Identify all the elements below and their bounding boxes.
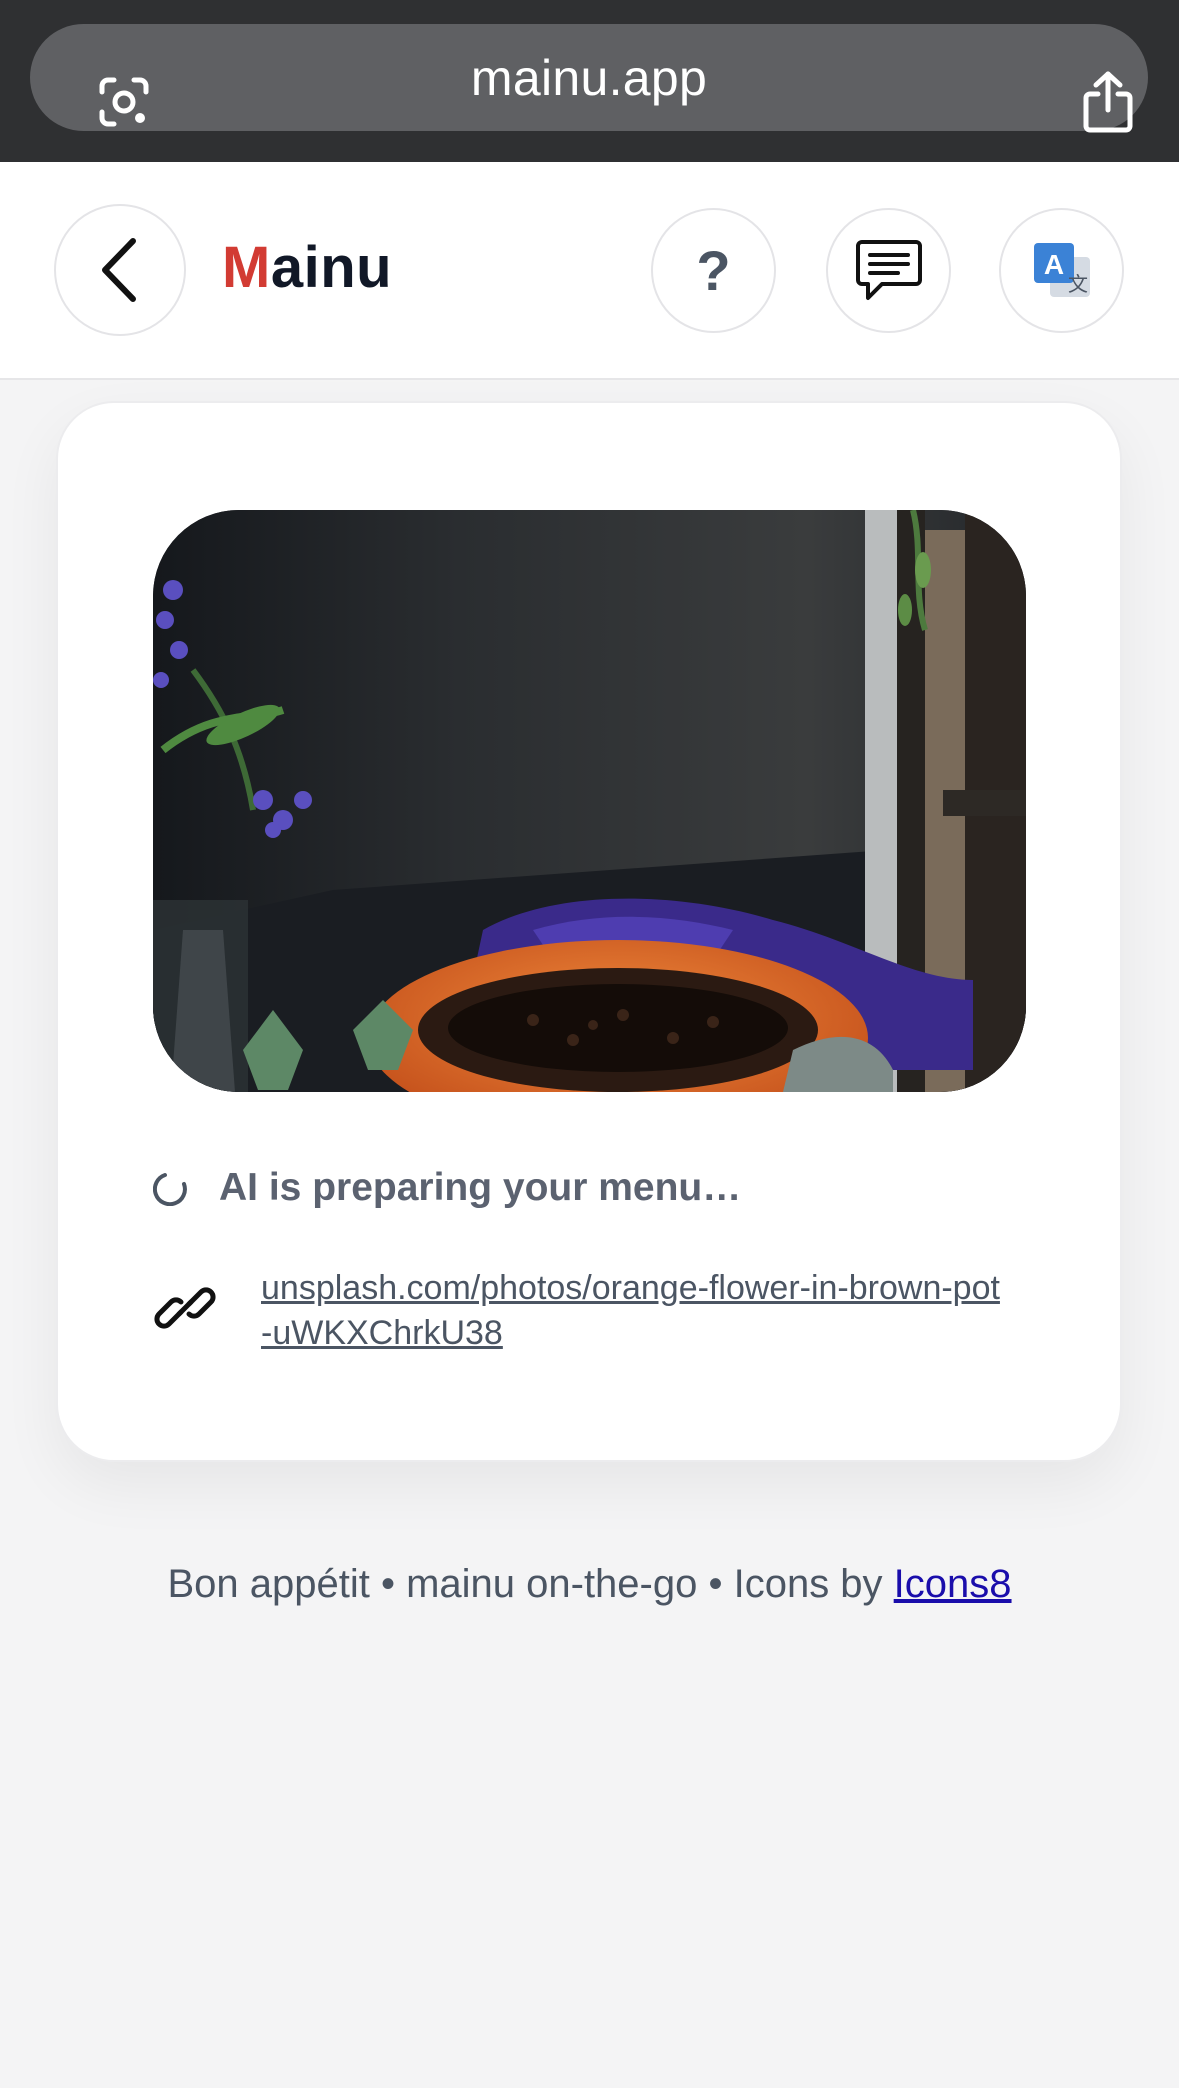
back-button[interactable] — [54, 204, 186, 336]
help-button[interactable]: ? — [651, 208, 776, 333]
footer: Bon appétit • mainu on-the-go • Icons by… — [0, 1562, 1179, 1607]
link-icon — [154, 1287, 216, 1329]
papaya-photo — [153, 510, 1026, 1092]
source-link[interactable]: unsplash.com/photos/orange-flower-in-bro… — [261, 1266, 1001, 1356]
app-header: Mainu ? A 文 — [0, 162, 1179, 380]
icons8-link[interactable]: Icons8 — [894, 1562, 1012, 1606]
browser-toolbar: mainu.app — [0, 0, 1179, 162]
address-bar[interactable]: mainu.app — [30, 24, 1148, 134]
svg-text:文: 文 — [1068, 272, 1088, 296]
chat-button[interactable] — [826, 208, 951, 333]
photo-illustration — [153, 510, 1026, 1092]
translate-button[interactable]: A 文 — [999, 208, 1124, 333]
status-row: AI is preparing your menu… — [153, 1160, 741, 1216]
svg-text:A: A — [1043, 249, 1063, 280]
footer-text: Bon appétit • mainu on-the-go • Icons by — [167, 1562, 894, 1606]
question-mark-icon: ? — [696, 239, 731, 302]
brand-rest: ainu — [270, 235, 393, 300]
spinner-icon — [153, 1173, 187, 1206]
chevron-left-icon — [102, 238, 136, 302]
share-icon[interactable] — [1080, 70, 1136, 134]
brand-first-letter: M — [222, 235, 271, 300]
url-text[interactable]: mainu.app — [30, 24, 1148, 131]
translate-icon: A 文 — [1033, 242, 1090, 297]
brand-logo: Mainu — [222, 234, 392, 301]
chat-bubble-icon — [855, 239, 922, 300]
status-text: AI is preparing your menu… — [219, 1166, 742, 1209]
